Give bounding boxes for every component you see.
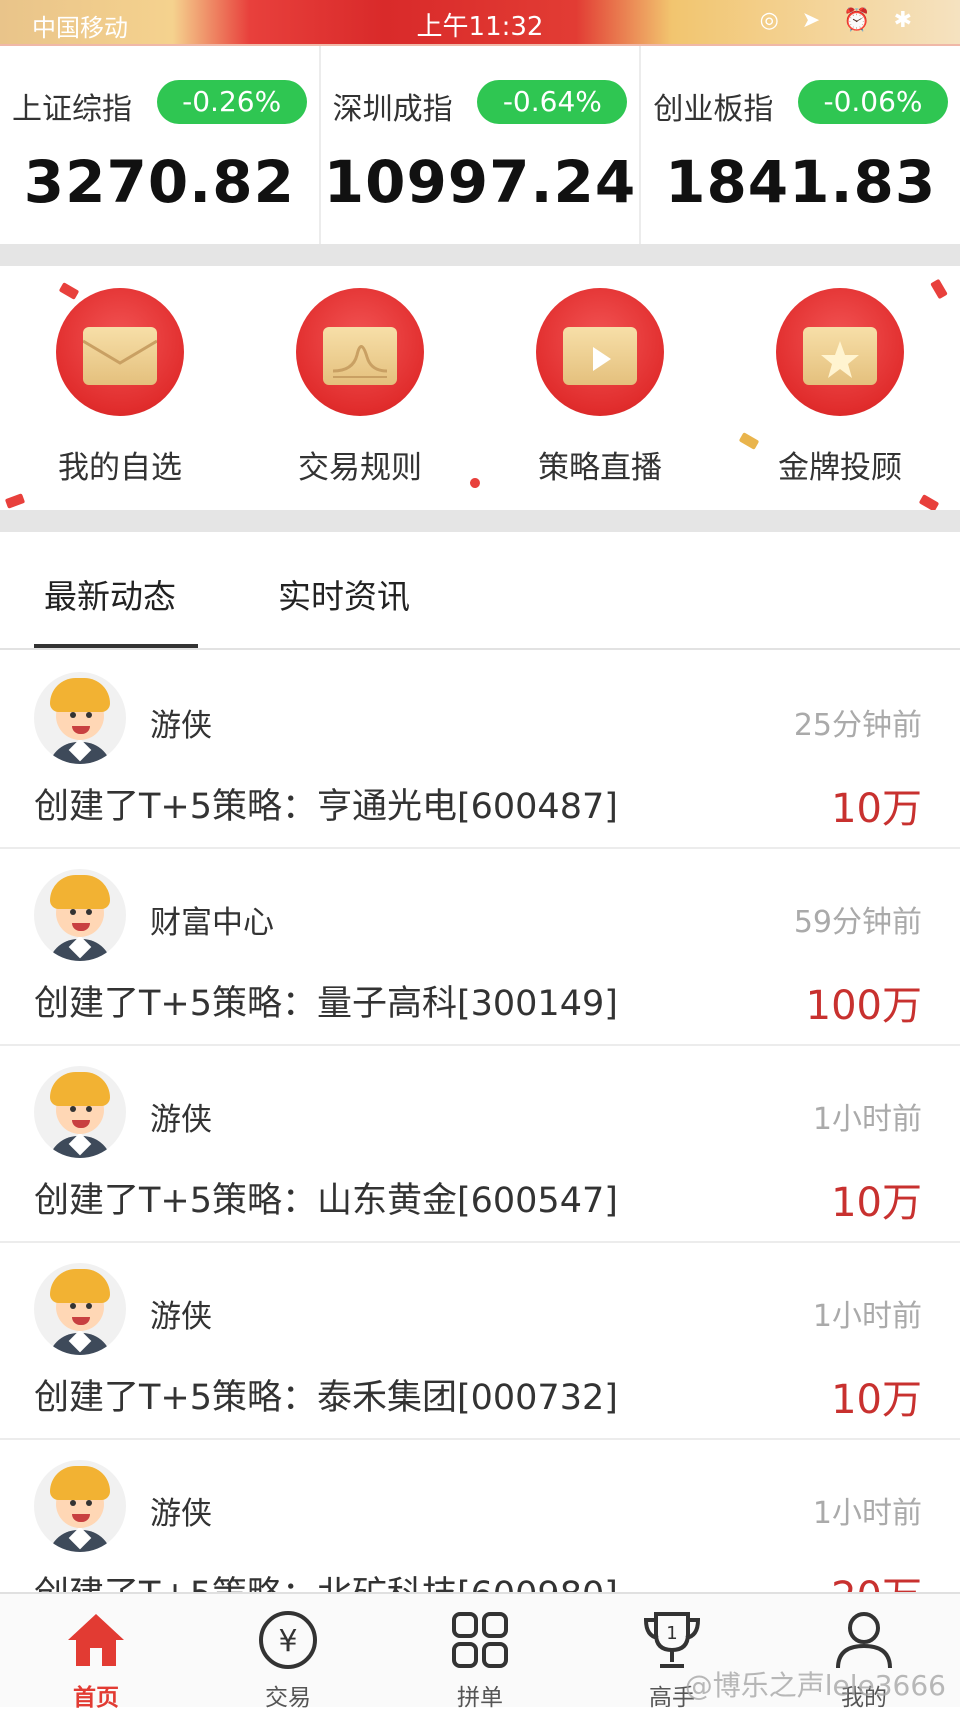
activity-feed: 游侠 25分钟前 创建了T+5策略：亨通光电[600487] 10万 财富中心 … [0,652,960,1592]
feed-amount: 10万 [831,1180,922,1226]
feed-username: 游侠 [150,708,212,744]
yen-circle-icon: ¥ [259,1611,317,1669]
index-card-chinext[interactable]: 创业板指 -0.06% 1841.83 [641,46,960,244]
quick-item-label: 交易规则 [298,450,422,486]
section-divider [0,244,960,266]
envelope-icon [56,288,184,416]
nav-trade[interactable]: ¥ 交易 [192,1594,384,1711]
quick-item-label: 策略直播 [538,450,662,486]
tab-realtime-news[interactable]: 实时资讯 [278,570,410,618]
feed-amount: 20万 [831,1564,922,1592]
feed-username: 游侠 [150,1102,212,1138]
watermark-text: @博乐之声lele3666 [684,1669,946,1702]
quick-item-strategy-live[interactable]: 策略直播 [480,266,720,510]
feed-amount: 10万 [831,1377,922,1423]
quick-item-gold-advisor[interactable]: 金牌投顾 [720,266,960,510]
index-value: 3270.82 [23,148,295,216]
feed-time-ago: 59分钟前 [793,905,922,940]
index-change-badge: -0.26% [156,80,307,124]
trophy-icon: 1 [643,1612,701,1668]
feed-tabs: 最新动态 实时资讯 [0,532,960,650]
grid-icon [452,1612,508,1668]
feed-description: 创建了T+5策略：量子高科[300149] [34,984,618,1024]
section-divider [0,510,960,532]
tab-latest-activity[interactable]: 最新动态 [44,570,176,618]
index-value: 1841.83 [665,148,937,216]
video-play-icon [536,288,664,416]
feed-time-ago: 1小时前 [812,1102,922,1137]
list-item[interactable]: 游侠 25分钟前 创建了T+5策略：亨通光电[600487] 10万 [0,652,960,849]
list-item[interactable]: 游侠 1小时前 创建了T+5策略：山东黄金[600547] 10万 [0,1046,960,1243]
feed-username: 游侠 [150,1299,212,1335]
index-change-badge: -0.06% [798,80,949,124]
svg-text:¥: ¥ [278,1624,297,1659]
avatar [34,1066,126,1158]
user-icon [836,1612,892,1669]
avatar [34,1460,126,1552]
list-item[interactable]: 游侠 1小时前 创建了T+5策略：北矿科技[600980] 20万 [0,1440,960,1592]
market-indices: 上证综指 -0.26% 3270.82 深圳成指 -0.64% 10997.24… [0,46,960,244]
avatar [34,1263,126,1355]
feed-username: 财富中心 [150,905,274,941]
medal-star-icon [776,288,904,416]
feed-description: 创建了T+5策略：亨通光电[600487] [34,787,618,827]
index-card-shenzhen[interactable]: 深圳成指 -0.64% 10997.24 [321,46,642,244]
quick-item-label: 我的自选 [58,450,182,486]
feed-time-ago: 25分钟前 [793,708,922,743]
quick-item-trading-rules[interactable]: 交易规则 [240,266,480,510]
document-chart-icon [296,288,424,416]
feed-username: 游侠 [150,1496,212,1532]
index-name: 创业板指 [653,92,774,127]
avatar [34,672,126,764]
quick-menu: 我的自选 交易规则 策略直播 金牌投顾 [0,266,960,512]
feed-amount: 100万 [805,983,922,1029]
home-icon [68,1614,124,1666]
nav-group-order[interactable]: 拼单 [384,1594,576,1711]
active-tab-indicator [34,644,198,648]
index-change-badge: -0.64% [477,80,628,124]
feed-time-ago: 1小时前 [812,1496,922,1531]
feed-description: 创建了T+5策略：泰禾集团[000732] [34,1378,618,1418]
avatar [34,869,126,961]
feed-amount: 10万 [831,786,922,832]
index-name: 深圳成指 [332,92,453,127]
svg-text:1: 1 [666,1623,677,1644]
system-status-icons: ◎ ➤ ⏰ ✱ [759,8,920,33]
quick-item-watchlist[interactable]: 我的自选 [0,266,240,510]
status-bar: 中国移动 上午11:32 ◎ ➤ ⏰ ✱ [0,0,960,46]
feed-description: 创建了T+5策略：北矿科技[600980] [34,1566,618,1592]
list-item[interactable]: 财富中心 59分钟前 创建了T+5策略：量子高科[300149] 100万 [0,849,960,1046]
list-item[interactable]: 游侠 1小时前 创建了T+5策略：泰禾集团[000732] 10万 [0,1243,960,1440]
index-card-shanghai[interactable]: 上证综指 -0.26% 3270.82 [0,46,321,244]
feed-time-ago: 1小时前 [812,1299,922,1334]
nav-home[interactable]: 首页 [0,1594,192,1711]
feed-description: 创建了T+5策略：山东黄金[600547] [34,1181,618,1221]
quick-item-label: 金牌投顾 [778,450,902,486]
index-value: 10997.24 [323,148,637,216]
index-name: 上证综指 [12,92,132,127]
